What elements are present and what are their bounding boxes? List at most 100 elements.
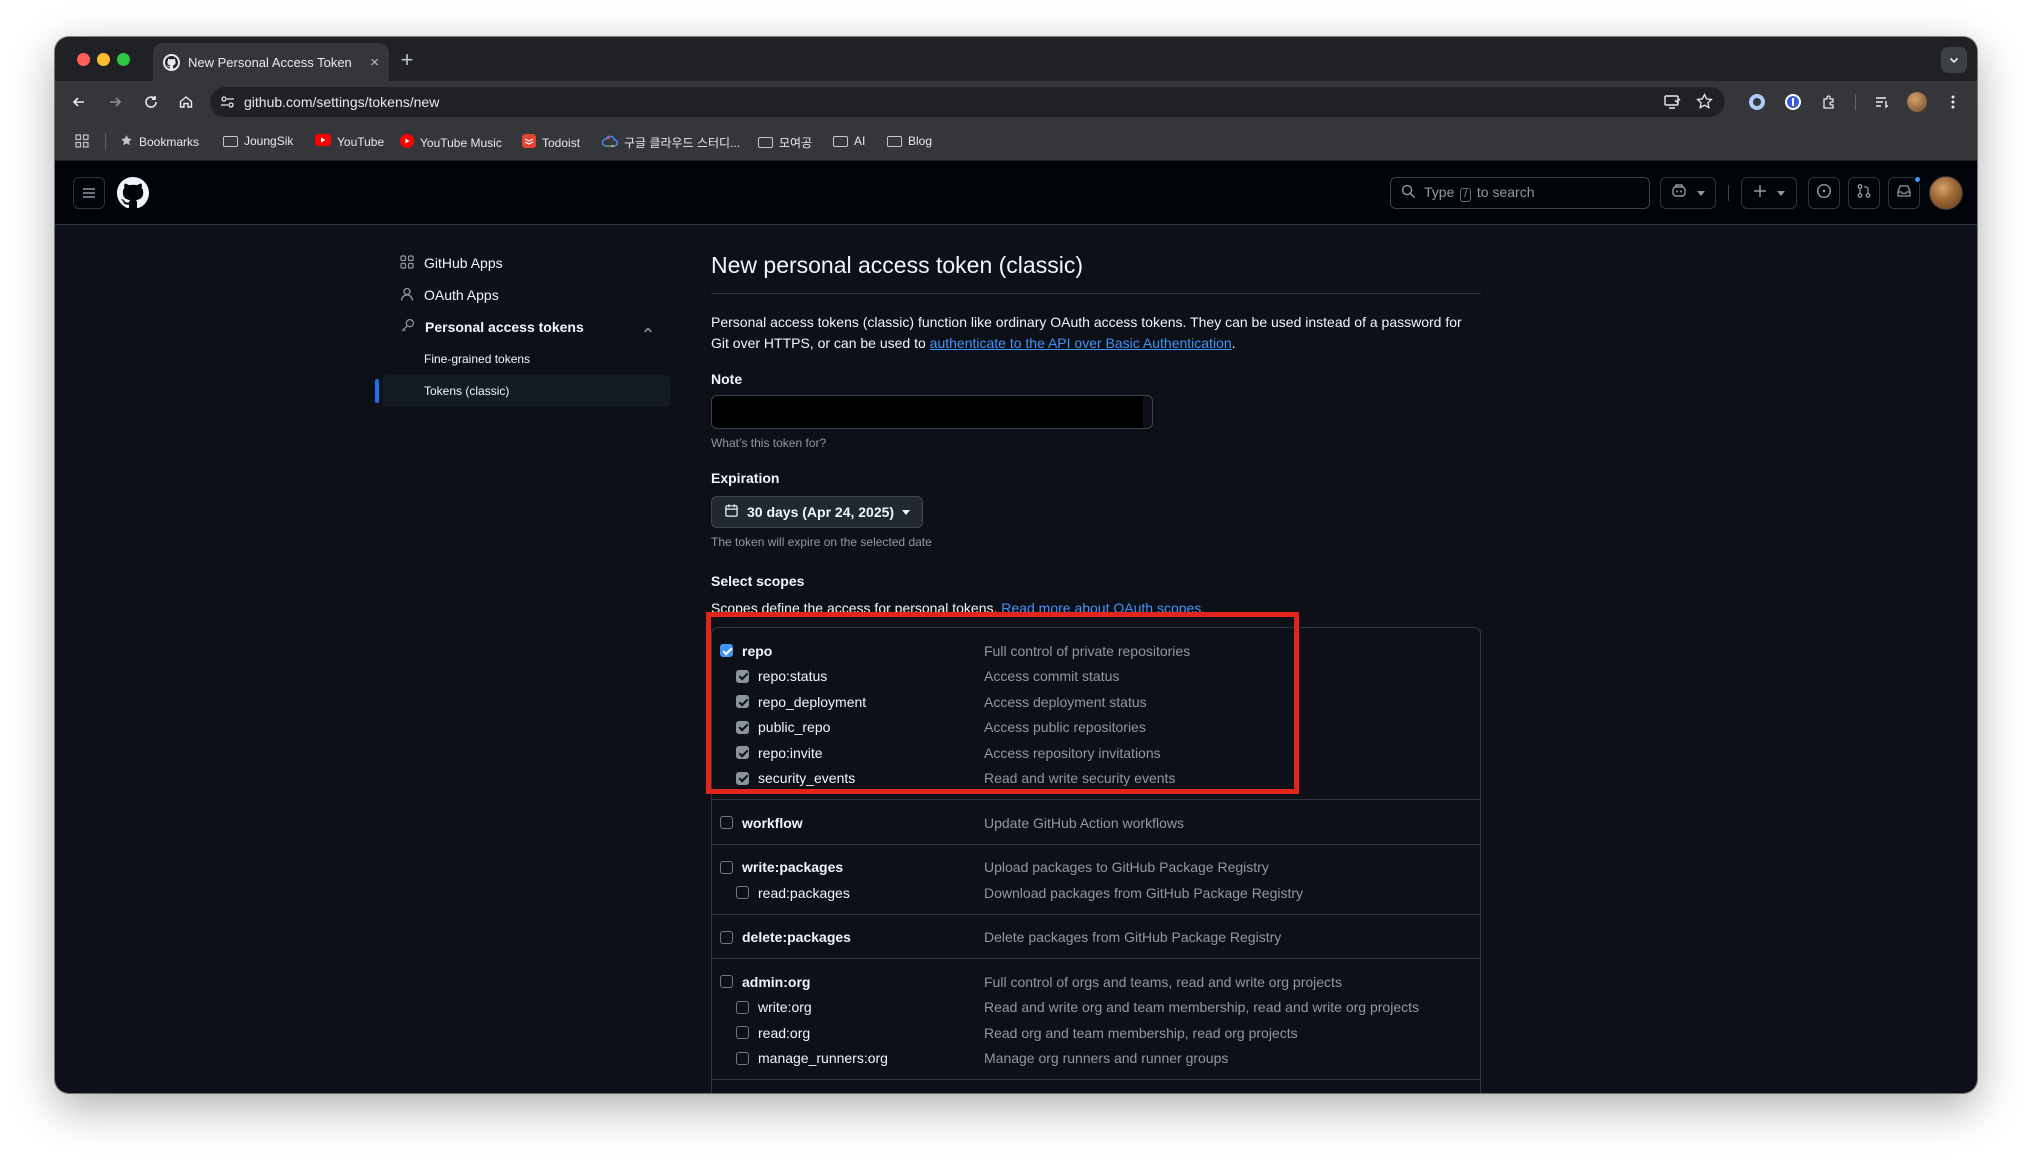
forward-icon[interactable]	[103, 90, 127, 114]
scope-group: write:packages Upload packages to GitHub …	[712, 845, 1480, 915]
browser-window: New Personal Access Token × + github.com…	[55, 37, 1977, 1093]
note-hint: What’s this token for?	[711, 436, 827, 450]
key-icon	[400, 318, 415, 336]
user-avatar[interactable]	[1929, 176, 1963, 210]
note-input[interactable]	[711, 395, 1153, 429]
search-suffix: to search	[1476, 184, 1535, 200]
copilot-icon	[1671, 183, 1687, 204]
extensions-puzzle-icon[interactable]	[1817, 90, 1841, 114]
sidebar-item-oauth-apps[interactable]: OAuth Apps	[383, 279, 671, 311]
star-icon	[120, 134, 133, 150]
reload-icon[interactable]	[139, 90, 163, 114]
tab-search-button[interactable]	[1941, 47, 1967, 73]
scope-checkbox[interactable]	[736, 1000, 749, 1014]
scope-group: admin:org Full control of orgs and teams,…	[712, 959, 1480, 1080]
scope-checkbox[interactable]	[720, 816, 733, 830]
folder-icon	[887, 135, 902, 147]
folder-icon	[833, 135, 848, 147]
expiration-select[interactable]: 30 days (Apr 24, 2025)	[711, 496, 924, 528]
sidebar-item-tokens-classic[interactable]: Tokens (classic)	[375, 375, 671, 407]
profile-avatar-icon[interactable]	[1905, 90, 1929, 114]
description-end: .	[1231, 335, 1236, 351]
scope-checkbox[interactable]	[720, 930, 733, 944]
scope-description: Manage org runners and runner groups	[984, 1050, 1229, 1067]
scope-checkbox-label[interactable]: manage_runners:org	[712, 1050, 984, 1066]
bookmark-ai[interactable]: AI	[833, 134, 865, 148]
search-input[interactable]: Type / to search	[1390, 177, 1650, 209]
scope-checkbox[interactable]	[720, 860, 733, 874]
new-tab-button[interactable]: +	[393, 47, 421, 75]
sidebar-item-label: GitHub Apps	[424, 255, 503, 271]
scope-checkbox-label[interactable]: workflow	[712, 815, 984, 831]
scope-name: manage_runners:org	[758, 1050, 888, 1067]
browser-tab-active[interactable]: New Personal Access Token ×	[153, 43, 389, 81]
bookmark-google-cloud[interactable]: 구글 클라우드 스터디...	[601, 134, 740, 151]
install-app-icon[interactable]	[1664, 94, 1681, 115]
bookmark-youtube-music[interactable]: YouTube Music	[400, 134, 502, 151]
site-info-icon[interactable]	[220, 95, 235, 114]
search-icon	[1401, 184, 1416, 202]
header-divider	[1728, 185, 1729, 201]
bookmark-label: YouTube	[337, 134, 385, 149]
calendar-icon	[724, 503, 739, 521]
bookmark-todoist[interactable]: Todoist	[522, 134, 580, 151]
chrome-menu-icon[interactable]	[1941, 90, 1965, 114]
basic-auth-link[interactable]: authenticate to the API over Basic Authe…	[930, 335, 1232, 351]
scope-checkbox[interactable]	[736, 1026, 749, 1040]
sidebar-item-github-apps[interactable]: GitHub Apps	[383, 247, 671, 279]
sidebar-subitem-label: Tokens (classic)	[424, 384, 510, 398]
expiration-label: Expiration	[711, 470, 780, 486]
pull-requests-button[interactable]	[1848, 177, 1880, 209]
create-new-button[interactable]	[1741, 177, 1797, 209]
bookmark-youtube[interactable]: YouTube	[315, 134, 384, 149]
copilot-dropdown-icon	[1697, 190, 1705, 196]
issues-button[interactable]	[1808, 177, 1840, 209]
inbox-button[interactable]	[1888, 175, 1922, 209]
scope-checkbox[interactable]	[720, 975, 733, 989]
scope-checkbox[interactable]	[736, 886, 749, 900]
scope-checkbox-label[interactable]: admin:org	[712, 974, 984, 990]
bookmark-joungsik[interactable]: JoungSik	[223, 134, 293, 148]
bookmark-star-icon[interactable]	[1696, 92, 1713, 115]
copilot-button[interactable]	[1660, 177, 1716, 209]
notification-dot	[1913, 175, 1922, 184]
apps-grid-icon[interactable]	[75, 134, 89, 148]
extension-profile-icon[interactable]	[1745, 90, 1769, 114]
bookmark-label: JoungSik	[244, 134, 294, 148]
scope-description: Update GitHub Action workflows	[984, 814, 1184, 831]
home-icon[interactable]	[174, 90, 198, 114]
scope-checkbox[interactable]	[736, 1051, 749, 1065]
bookmark-moyeogong[interactable]: 모여공	[758, 134, 812, 151]
github-favicon-icon	[163, 53, 180, 71]
scope-checkbox-label[interactable]: read:org	[712, 1025, 984, 1041]
sidebar-item-fine-grained-tokens[interactable]: Fine-grained tokens	[383, 343, 671, 375]
back-icon[interactable]	[67, 90, 91, 114]
person-icon	[400, 287, 414, 304]
scope-name: workflow	[742, 814, 803, 831]
github-logo-icon[interactable]	[117, 177, 149, 214]
extension-one-icon[interactable]	[1781, 90, 1805, 114]
scope-checkbox-label[interactable]: read:packages	[712, 885, 984, 901]
close-window-button[interactable]	[77, 53, 90, 66]
inbox-icon	[1896, 183, 1912, 204]
bookmark-blog[interactable]: Blog	[887, 134, 932, 148]
note-redacted-value	[712, 396, 1143, 428]
tab-close-icon[interactable]: ×	[370, 54, 379, 71]
minimize-window-button[interactable]	[97, 53, 110, 66]
bookmark-bookmarks[interactable]: Bookmarks	[120, 134, 199, 150]
scope-group: admin:public_keyFull control of user pub…	[712, 1080, 1480, 1093]
scope-row: read:packages Download packages from GitH…	[712, 880, 1480, 906]
scope-group: workflow Update GitHub Action workflows	[712, 800, 1480, 845]
address-bar[interactable]: github.com/settings/tokens/new	[210, 87, 1725, 117]
reading-list-icon[interactable]	[1870, 90, 1894, 114]
hamburger-menu-icon[interactable]	[73, 177, 105, 209]
sidebar-item-label: OAuth Apps	[424, 287, 499, 303]
scope-checkbox-label[interactable]: write:org	[712, 999, 984, 1015]
bookmarks-bar: Bookmarks JoungSik YouTube YouTube Music…	[55, 123, 1977, 161]
note-label: Note	[711, 371, 743, 387]
maximize-window-button[interactable]	[117, 53, 130, 66]
scope-checkbox-label[interactable]: delete:packages	[712, 929, 984, 945]
folder-icon	[758, 137, 773, 148]
sidebar-item-personal-access-tokens[interactable]: Personal access tokens	[383, 311, 671, 343]
scope-checkbox-label[interactable]: write:packages	[712, 859, 984, 875]
